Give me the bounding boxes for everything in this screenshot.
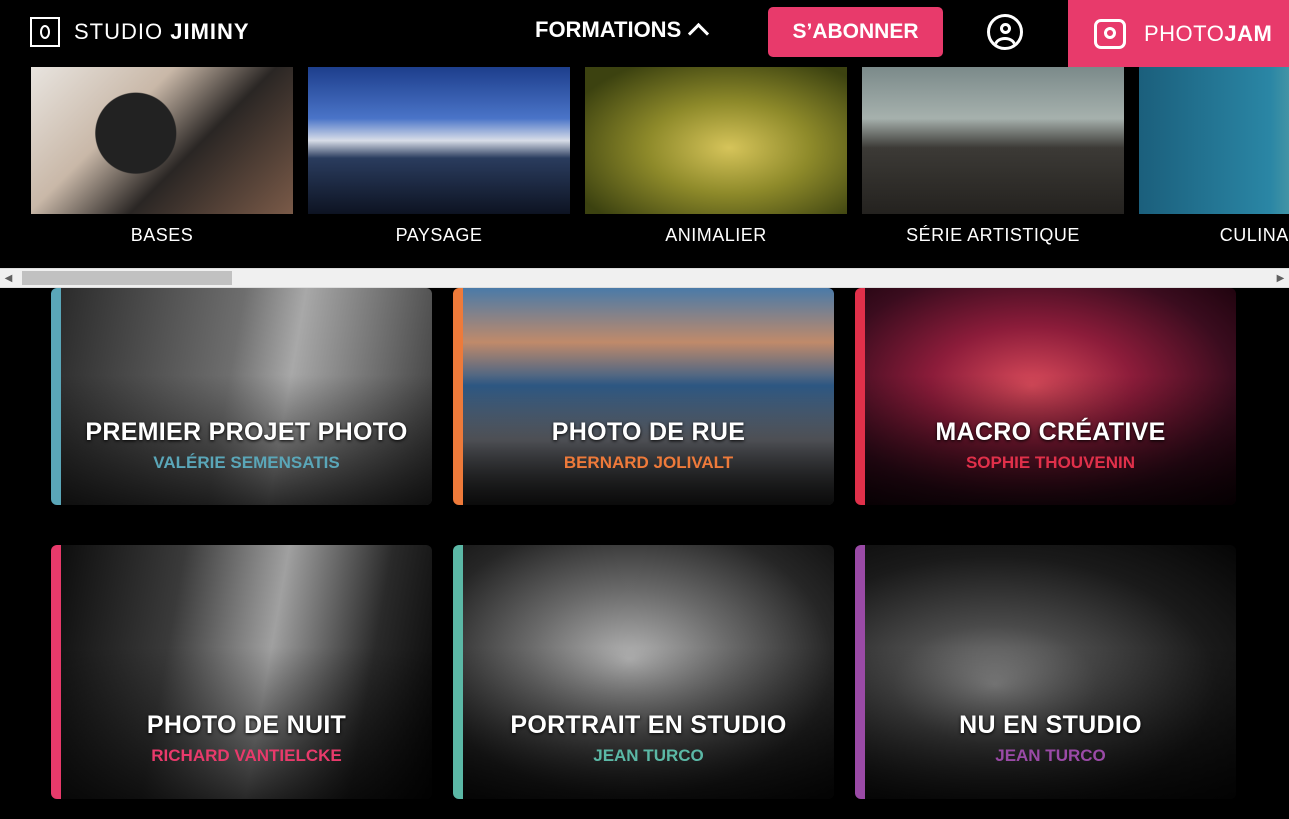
category-label: ANIMALIER [665, 225, 767, 245]
logo-icon [30, 17, 60, 47]
card-accent-bar [453, 288, 463, 505]
photojam-label-light: PHOTO [1144, 20, 1225, 46]
photojam-label: PHOTOJAM [1144, 21, 1272, 47]
logo-text-light: STUDIO [74, 19, 164, 44]
course-title: PREMIER PROJET PHOTO [85, 418, 408, 446]
course-card-photo-de-rue[interactable]: PHOTO DE RUE BERNARD JOLIVALT [453, 288, 834, 505]
logo-text: STUDIO JIMINY [74, 19, 250, 45]
scroll-right-arrow-icon[interactable]: ▶ [1272, 269, 1289, 287]
course-title: PHOTO DE RUE [551, 418, 746, 446]
category-carousel: BASES PAYSAGE ANIMALIER SÉRIE ARTISTIQUE… [0, 67, 1289, 270]
card-accent-bar [51, 545, 61, 799]
formations-label: FORMATIONS [535, 17, 682, 42]
category-animalier[interactable]: ANIMALIER [585, 67, 847, 246]
course-title: NU EN STUDIO [959, 711, 1142, 739]
course-card-premier-projet-photo[interactable]: PREMIER PROJET PHOTO VALÉRIE SEMENSATIS [51, 288, 432, 505]
scroll-left-arrow-icon[interactable]: ◀ [0, 269, 17, 287]
top-header: STUDIO JIMINY FORMATIONS S’ABONNER PHOTO… [0, 0, 1289, 67]
card-accent-bar [51, 288, 61, 505]
card-accent-bar [855, 545, 865, 799]
category-label: CULINAIRE [1219, 225, 1289, 245]
category-label: SÉRIE ARTISTIQUE [906, 225, 1080, 245]
photojam-button[interactable]: PHOTOJAM [1068, 0, 1289, 67]
subscribe-button[interactable]: S’ABONNER [768, 7, 943, 57]
course-card-nu-en-studio[interactable]: NU EN STUDIO JEAN TURCO [855, 545, 1236, 799]
course-title: PHOTO DE NUIT [146, 711, 347, 739]
course-card-photo-de-nuit[interactable]: PHOTO DE NUIT RICHARD VANTIELCKE [51, 545, 432, 799]
course-author: BERNARD JOLIVALT [563, 453, 734, 472]
category-serie-artistique[interactable]: SÉRIE ARTISTIQUE [862, 67, 1124, 246]
instagram-camera-icon [1094, 18, 1126, 49]
category-thumbnail [31, 67, 293, 214]
photojam-label-bold: JAM [1224, 20, 1273, 46]
course-author: VALÉRIE SEMENSATIS [153, 453, 340, 472]
category-label: PAYSAGE [395, 225, 483, 245]
course-title: PORTRAIT EN STUDIO [510, 711, 787, 739]
user-account-icon[interactable] [987, 14, 1023, 50]
category-label: BASES [130, 225, 194, 245]
horizontal-scrollbar[interactable]: ◀ ▶ [0, 268, 1289, 288]
user-icon-head [1000, 23, 1011, 34]
course-card-macro-creative[interactable]: MACRO CRÉATIVE SOPHIE THOUVENIN [855, 288, 1236, 505]
scrollbar-thumb[interactable] [22, 271, 232, 285]
course-author: JEAN TURCO [995, 746, 1106, 765]
card-accent-bar [453, 545, 463, 799]
course-author: SOPHIE THOUVENIN [965, 453, 1136, 472]
course-card-portrait-en-studio[interactable]: PORTRAIT EN STUDIO JEAN TURCO [453, 545, 834, 799]
logo-text-bold: JIMINY [170, 19, 250, 44]
course-author: RICHARD VANTIELCKE [151, 746, 342, 765]
formations-menu-toggle[interactable]: FORMATIONS [535, 17, 710, 45]
course-title: MACRO CRÉATIVE [935, 418, 1166, 446]
studio-jiminy-logo[interactable]: STUDIO JIMINY [30, 15, 250, 49]
category-paysage[interactable]: PAYSAGE [308, 67, 570, 246]
user-icon-body [994, 37, 1016, 47]
category-thumbnail [1139, 67, 1289, 214]
card-accent-bar [855, 288, 865, 505]
category-thumbnail [308, 67, 570, 214]
category-thumbnail [862, 67, 1124, 214]
course-author: JEAN TURCO [593, 746, 704, 765]
category-bases[interactable]: BASES [31, 67, 293, 246]
category-culinaire[interactable]: CULINAIRE [1139, 67, 1289, 246]
category-thumbnail [585, 67, 847, 214]
chevron-up-icon [688, 22, 710, 45]
